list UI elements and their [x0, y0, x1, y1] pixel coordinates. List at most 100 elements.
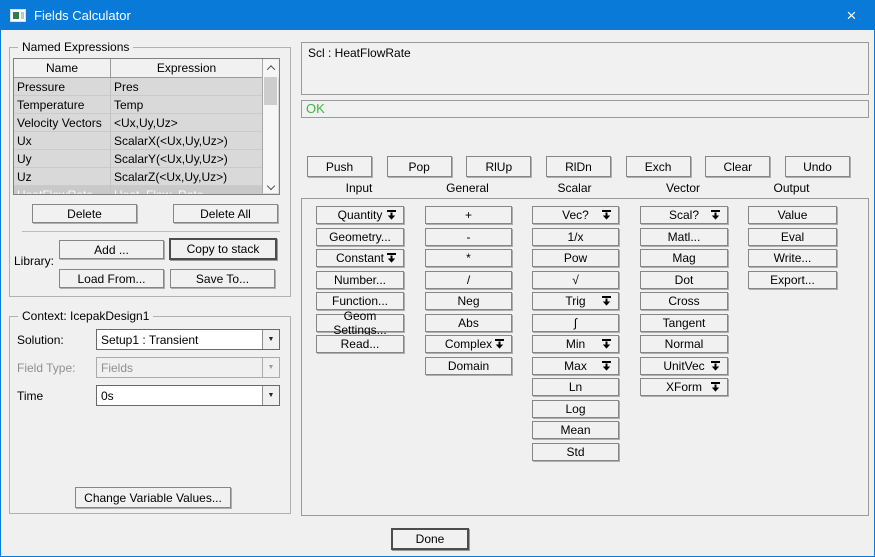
calc-button-1/x[interactable]: 1/x — [532, 227, 619, 246]
time-select[interactable]: 0s ▼ — [96, 385, 280, 406]
table-row[interactable]: Pressure Pres — [14, 78, 263, 96]
calc-button-scal?[interactable]: Scal? — [640, 206, 728, 224]
name-cell: HeatFlowRate — [14, 186, 111, 194]
calc-button-value[interactable]: Value — [748, 206, 837, 224]
down-arrow-to-stack-icon — [386, 253, 397, 263]
calc-button-geom-settings[interactable]: Geom Settings... — [316, 309, 404, 337]
table-row[interactable]: Temperature Temp — [14, 96, 263, 114]
table-row[interactable]: Uy ScalarY(<Ux,Uy,Uz>) — [14, 150, 263, 168]
delete-button[interactable]: Delete — [32, 204, 137, 223]
calc-button-cross[interactable]: Cross — [640, 292, 728, 310]
calc-button-domain[interactable]: Domain — [425, 356, 512, 375]
calc-button-eval[interactable]: Eval — [748, 227, 837, 246]
add-button[interactable]: Add ... — [59, 240, 164, 259]
calc-button-dot[interactable]: Dot — [640, 270, 728, 289]
calc-button-[interactable]: - — [425, 227, 512, 246]
calc-button-label: 1/x — [567, 229, 584, 244]
calc-button-quantity[interactable]: Quantity — [316, 206, 404, 224]
delete-all-button[interactable]: Delete All — [173, 204, 278, 223]
table-row[interactable]: HeatFlowRate Heat_Flow_Rate — [14, 186, 263, 194]
chevron-down-icon[interactable]: ▼ — [262, 330, 279, 349]
table-row[interactable]: Ux ScalarX(<Ux,Uy,Uz>) — [14, 132, 263, 150]
scroll-up-icon[interactable] — [263, 60, 278, 75]
calc-button-abs[interactable]: Abs — [425, 313, 512, 332]
title-bar[interactable]: Fields Calculator × — [1, 1, 874, 30]
stack-button-clear[interactable]: Clear — [705, 156, 771, 177]
calc-button-label: / — [466, 272, 471, 287]
stack-button-rlup[interactable]: RlUp — [466, 156, 532, 177]
calc-button-label: Matl... — [667, 229, 701, 244]
calc-button-mean[interactable]: Mean — [532, 421, 619, 439]
calc-button-mag[interactable]: Mag — [640, 249, 728, 267]
calc-grid: Quantity Geometry... Constant Number... Func… — [301, 198, 869, 516]
calc-button-*[interactable]: * — [425, 249, 512, 267]
column-header-expression[interactable]: Expression — [111, 59, 263, 78]
calc-button-read[interactable]: Read... — [316, 335, 404, 353]
calc-column-label-output: Output — [773, 181, 810, 195]
calc-button-neg[interactable]: Neg — [425, 292, 512, 310]
calc-button-constant[interactable]: Constant — [316, 249, 404, 267]
name-cell: Ux — [14, 132, 111, 150]
library-label: Library: — [14, 254, 55, 268]
solution-label: Solution: — [17, 333, 64, 347]
calc-button-geometry[interactable]: Geometry... — [316, 227, 404, 246]
stack-button-rldn[interactable]: RlDn — [545, 156, 611, 177]
load-from-button[interactable]: Load From... — [59, 269, 164, 288]
calc-button-label: Function... — [331, 294, 389, 308]
stack-button-exch[interactable]: Exch — [625, 156, 691, 177]
calc-button-[interactable]: ∫ — [532, 313, 619, 332]
stack-button-pop[interactable]: Pop — [386, 156, 452, 177]
calc-button-std[interactable]: Std — [532, 442, 619, 461]
calc-button-label: ∫ — [573, 315, 578, 330]
calc-button-vec?[interactable]: Vec? — [532, 206, 619, 224]
calc-button-+[interactable]: + — [425, 206, 512, 224]
table-row[interactable]: Velocity Vectors <Ux,Uy,Uz> — [14, 114, 263, 132]
stack-button-undo[interactable]: Undo — [784, 156, 850, 177]
calc-button-label: Abs — [458, 315, 479, 330]
done-button[interactable]: Done — [391, 528, 469, 550]
name-cell: Pressure — [14, 78, 111, 96]
expression-cell: Pres — [111, 78, 263, 96]
down-arrow-to-stack-icon — [710, 210, 721, 220]
chevron-down-icon[interactable]: ▼ — [262, 386, 279, 405]
calc-button-log[interactable]: Log — [532, 399, 619, 418]
calc-button-number[interactable]: Number... — [316, 270, 404, 289]
calc-button-label: Neg — [457, 294, 480, 308]
calc-button-/[interactable]: / — [425, 270, 512, 289]
calc-button-label: Dot — [674, 272, 694, 287]
scrollbar-thumb[interactable] — [264, 77, 277, 105]
calc-button-pow[interactable]: Pow — [532, 249, 619, 267]
calc-column-label-input: Input — [345, 181, 373, 195]
calc-button-normal[interactable]: Normal — [640, 335, 728, 353]
fields-calculator-dialog: Fields Calculator × Named Expressions Na… — [0, 0, 875, 557]
calc-button-ln[interactable]: Ln — [532, 378, 619, 396]
table-row[interactable]: Uz ScalarZ(<Ux,Uy,Uz>) — [14, 168, 263, 186]
calc-button-[interactable]: √ — [532, 270, 619, 289]
calc-button-write[interactable]: Write... — [748, 249, 837, 267]
calc-button-xform[interactable]: XForm — [640, 378, 728, 396]
change-variable-values-button[interactable]: Change Variable Values... — [75, 487, 231, 508]
calc-button-max[interactable]: Max — [532, 356, 619, 375]
expressions-table-header: Name Expression — [14, 59, 279, 78]
calc-button-label: Quantity — [337, 208, 383, 222]
calc-button-matl[interactable]: Matl... — [640, 227, 728, 246]
calc-button-label: Trig — [565, 294, 586, 308]
scroll-down-icon[interactable] — [263, 178, 278, 193]
expressions-scrollbar[interactable] — [262, 60, 278, 193]
stack-display[interactable]: Scl : HeatFlowRate — [301, 42, 869, 95]
calc-button-unitvec[interactable]: UnitVec — [640, 356, 728, 375]
stack-button-push[interactable]: Push — [307, 156, 372, 177]
calc-button-min[interactable]: Min — [532, 335, 619, 353]
expressions-table[interactable]: Name Expression Pressure Pres Temperature T… — [13, 58, 280, 195]
save-to-button[interactable]: Save To... — [170, 269, 275, 288]
calc-button-complex[interactable]: Complex — [425, 335, 512, 353]
calc-button-export[interactable]: Export... — [748, 270, 837, 289]
column-header-name[interactable]: Name — [14, 59, 111, 78]
calc-button-label: Max — [564, 358, 587, 373]
copy-to-stack-button[interactable]: Copy to stack — [169, 238, 277, 260]
solution-select[interactable]: Setup1 : Transient ▼ — [96, 329, 280, 350]
calc-button-tangent[interactable]: Tangent — [640, 313, 728, 332]
calc-button-function[interactable]: Function... — [316, 292, 404, 310]
close-icon[interactable]: × — [829, 1, 874, 30]
calc-button-trig[interactable]: Trig — [532, 292, 619, 310]
